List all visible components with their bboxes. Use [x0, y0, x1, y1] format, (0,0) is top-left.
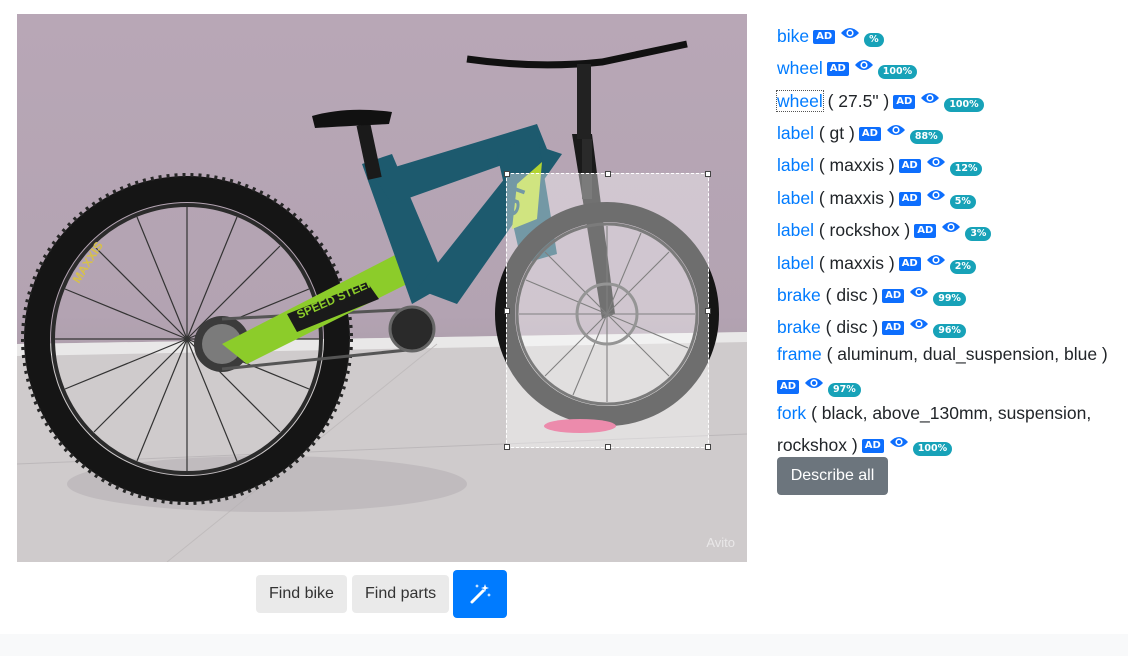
eye-icon[interactable]	[909, 282, 929, 304]
ad-badge[interactable]: AD	[826, 62, 849, 76]
result-row: wheel ( 27.5" ) AD 100%	[776, 88, 984, 112]
result-attributes: ( rockshox )	[818, 220, 911, 240]
result-label-link[interactable]: label	[777, 253, 814, 273]
resize-handle[interactable]	[705, 308, 711, 314]
eye-icon[interactable]	[926, 250, 946, 272]
resize-handle[interactable]	[705, 444, 711, 450]
find-bike-button[interactable]: Find bike	[256, 575, 347, 613]
result-row: frame ( aluminum, dual_suspension, blue …	[777, 343, 1108, 365]
find-parts-button[interactable]: Find parts	[352, 575, 450, 613]
ad-badge[interactable]: AD	[858, 127, 881, 141]
result-label-link[interactable]: label	[777, 155, 814, 175]
magic-wand-button[interactable]	[453, 570, 507, 618]
result-attributes: ( maxxis )	[818, 253, 895, 273]
ad-badge[interactable]: AD	[777, 380, 800, 394]
result-attributes: ( gt )	[818, 123, 855, 143]
eye-icon[interactable]	[941, 217, 961, 239]
result-row: label ( rockshox ) AD 3%	[777, 217, 992, 241]
resize-handle[interactable]	[605, 444, 611, 450]
ad-badge[interactable]: AD	[813, 30, 836, 44]
result-label-link[interactable]: brake	[777, 285, 821, 305]
confidence-badge: %	[864, 33, 884, 47]
confidence-badge: 2%	[949, 260, 976, 274]
watermark: Avito	[706, 535, 735, 550]
result-row: brake ( disc ) AD 99%	[777, 282, 966, 306]
ad-badge[interactable]: AD	[898, 192, 921, 206]
result-row-continuation: AD 97%	[777, 373, 861, 397]
confidence-badge: 100%	[944, 98, 984, 112]
eye-icon[interactable]	[804, 373, 824, 395]
result-attributes: ( maxxis )	[818, 188, 895, 208]
rear-wheel: MAXXIS	[21, 173, 353, 505]
resize-handle[interactable]	[504, 444, 510, 450]
result-row: label ( maxxis ) AD 2%	[777, 250, 976, 274]
result-row: brake ( disc ) AD 96%	[777, 314, 966, 338]
confidence-badge: 99%	[933, 292, 966, 306]
result-label-link[interactable]: label	[777, 123, 814, 143]
resize-handle[interactable]	[705, 171, 711, 177]
confidence-badge: 100%	[877, 65, 918, 79]
result-label-link[interactable]: bike	[777, 26, 809, 46]
result-label-link[interactable]: frame	[777, 344, 822, 364]
result-row: wheel AD 100%	[777, 55, 918, 79]
bike-photo[interactable]: MAXXIS SPEED STEEP GT Avito	[17, 14, 747, 562]
resize-handle[interactable]	[504, 171, 510, 177]
confidence-badge: 12%	[949, 162, 983, 176]
eye-icon[interactable]	[920, 88, 940, 110]
eye-icon[interactable]	[909, 314, 929, 336]
ad-badge[interactable]: AD	[898, 159, 921, 173]
result-attributes: ( black, above_130mm, suspension,	[811, 403, 1092, 423]
result-row: bike AD%	[777, 23, 884, 47]
result-label-link[interactable]: brake	[777, 317, 821, 337]
ad-badge[interactable]: AD	[882, 321, 905, 335]
confidence-badge: 5%	[949, 195, 976, 209]
confidence-badge: 3%	[965, 227, 992, 241]
ad-badge[interactable]: AD	[898, 257, 921, 271]
result-label-link[interactable]: wheel	[777, 58, 823, 78]
confidence-badge: 100%	[912, 442, 953, 456]
result-row-continuation: rockshox ) AD 100%	[777, 432, 953, 456]
eye-icon[interactable]	[926, 185, 946, 207]
result-row: label ( maxxis ) AD 5%	[777, 185, 976, 209]
confidence-badge: 88%	[909, 130, 943, 144]
eye-icon[interactable]	[886, 120, 906, 142]
ad-badge[interactable]: AD	[861, 439, 884, 453]
confidence-badge: 97%	[828, 383, 861, 397]
resize-handle[interactable]	[504, 308, 510, 314]
eye-icon[interactable]	[854, 55, 874, 77]
footer-band	[0, 634, 1128, 656]
result-attributes: ( disc )	[825, 317, 879, 337]
result-attributes: ( 27.5" )	[827, 91, 890, 111]
result-row: label ( gt ) AD 88%	[777, 120, 943, 144]
result-row: label ( maxxis ) AD 12%	[777, 152, 983, 176]
result-attributes: rockshox )	[777, 435, 858, 455]
ad-badge[interactable]: AD	[882, 289, 905, 303]
result-label-link[interactable]: fork	[777, 403, 806, 423]
magic-wand-icon	[470, 584, 491, 604]
result-label-link[interactable]: label	[777, 220, 814, 240]
ad-badge[interactable]: AD	[893, 95, 916, 109]
describe-all-button[interactable]: Describe all	[777, 457, 888, 495]
result-label-link[interactable]: wheel	[776, 90, 824, 112]
eye-icon[interactable]	[889, 432, 909, 454]
result-label-link[interactable]: label	[777, 188, 814, 208]
result-attributes: ( maxxis )	[818, 155, 895, 175]
resize-handle[interactable]	[605, 171, 611, 177]
result-attributes: ( disc )	[825, 285, 879, 305]
result-row: fork ( black, above_130mm, suspension,	[777, 402, 1091, 424]
eye-icon[interactable]	[840, 23, 860, 45]
result-attributes: ( aluminum, dual_suspension, blue )	[826, 344, 1108, 364]
selection-box[interactable]	[504, 171, 711, 450]
confidence-badge: 96%	[933, 324, 966, 338]
eye-icon[interactable]	[926, 152, 946, 174]
ad-badge[interactable]: AD	[914, 224, 937, 238]
